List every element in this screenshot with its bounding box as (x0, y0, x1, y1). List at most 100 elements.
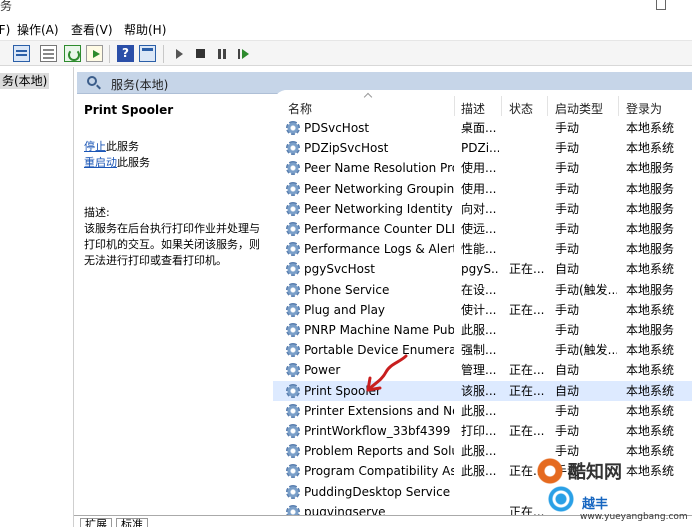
toolbar: ? (0, 40, 692, 66)
service-description-cell: pgyS... (461, 262, 499, 277)
service-gear-icon (286, 464, 300, 479)
pause-service-icon[interactable] (214, 45, 231, 62)
service-name-cell: PNRP Machine Name Publ... (304, 323, 454, 337)
refresh-icon[interactable] (64, 45, 81, 62)
service-name-cell: pgySvcHost (304, 262, 375, 277)
menu-file[interactable]: 文件(F) (0, 21, 10, 38)
column-header-startup-type[interactable]: 启动类型 (555, 100, 603, 117)
table-row[interactable]: Program Compatibility Assi...此服...正在...手… (273, 461, 692, 481)
service-logon-cell: 本地系统 (626, 141, 675, 156)
service-logon-cell: 本地服务 (626, 242, 675, 257)
column-header-logon-as[interactable]: 登录为 (626, 100, 662, 117)
menu-help[interactable]: 帮助(H) (124, 21, 166, 38)
service-status-cell: 正在... (509, 424, 545, 438)
action-pane-icon[interactable] (139, 45, 156, 62)
start-service-icon[interactable] (172, 45, 189, 62)
table-row[interactable]: Power 管理... 正在... 自动 本地系统 (273, 360, 692, 380)
table-row[interactable]: Peer Networking Grouping 使用... 手动 本地服务 (273, 179, 692, 199)
service-gear-icon (286, 343, 300, 358)
description-text-line: 该服务在后台执行打印作业并处理与 (84, 222, 260, 235)
service-description-cell: PDZi... (461, 141, 499, 156)
table-row[interactable]: PNRP Machine Name Publ... 此服... 手动 本地服务 (273, 320, 692, 340)
table-row[interactable]: Performance Counter DLL ... 使远... 手动 本地服务 (273, 219, 692, 239)
service-gear-icon (286, 302, 300, 317)
service-description-cell: 性能... (461, 242, 497, 257)
service-logon-cell: 本地系统 (626, 363, 675, 378)
table-row[interactable]: PDZipSvcHost PDZi... 手动 本地系统 (273, 138, 692, 158)
services-list: 名称 描述 状态 启动类型 登录为 PDSvcHost 桌面... 手动 本地系统 PD… (273, 90, 692, 520)
service-startup-type-cell: 手动 (555, 242, 580, 257)
service-startup-type-cell: 手动 (555, 161, 580, 176)
service-gear-icon (286, 141, 300, 156)
console-tree: 务(本地) (0, 67, 74, 527)
service-gear-icon (286, 282, 300, 297)
column-header-name[interactable]: 名称 (288, 100, 312, 117)
service-description-cell: 此服... (461, 323, 497, 337)
tab-extended[interactable]: 扩展 (80, 518, 112, 527)
column-separator[interactable] (547, 96, 548, 116)
table-row[interactable]: PrintWorkflow_33bf4399 打印... 正在... 手动 本地系统 (273, 421, 692, 441)
table-row[interactable]: Print Spooler 该服... 正在... 自动 本地系统 (273, 380, 692, 401)
column-separator[interactable] (501, 96, 502, 116)
table-row[interactable]: Peer Name Resolution Pro... 使用... 手动 本地服务 (273, 158, 692, 178)
service-name-cell: Printer Extensions and Noti... (304, 403, 454, 418)
stop-service-icon[interactable] (192, 45, 209, 62)
properties-icon[interactable] (40, 45, 57, 62)
service-description-cell: 此服... (461, 403, 497, 418)
service-logon-cell: 本地系统 (626, 262, 675, 277)
column-header-status[interactable]: 状态 (509, 100, 533, 117)
table-row[interactable]: Performance Logs & Alerts 性能... 手动 本地服务 (273, 239, 692, 259)
service-description-cell: 桌面... (461, 121, 497, 135)
help-icon[interactable]: ? (117, 45, 134, 62)
stop-service-line: 停止此服务 (84, 138, 139, 154)
table-row[interactable]: Peer Networking Identity ... 向对... 手动 本地服务 (273, 199, 692, 219)
service-name-cell: Plug and Play (304, 302, 386, 317)
restart-service-line: 重启动此服务 (84, 154, 150, 170)
maximize-icon[interactable] (656, 0, 666, 10)
stop-service-link[interactable]: 停止 (84, 140, 106, 153)
service-gear-icon (286, 323, 300, 337)
watermark-logo-secondary-icon (548, 486, 574, 512)
table-row[interactable]: pgySvcHost pgyS... 正在... 自动 本地系统 (273, 259, 692, 279)
table-row[interactable]: Plug and Play 使计... 正在... 手动 本地系统 (273, 300, 692, 320)
service-gear-icon (286, 222, 300, 236)
table-row[interactable]: PDSvcHost 桌面... 手动 本地系统 (273, 118, 692, 138)
service-logon-cell: 本地系统 (626, 302, 675, 317)
export-list-icon[interactable] (86, 45, 103, 62)
service-description-cell: 使用... (461, 181, 497, 196)
table-row[interactable]: Printer Extensions and Noti... 此服... 手动 本地系… (273, 401, 692, 421)
service-gear-icon (286, 121, 300, 135)
table-row[interactable]: PuddingDesktop Service (273, 482, 692, 502)
service-startup-type-cell: 自动 (555, 363, 580, 378)
show-hide-tree-icon[interactable] (13, 45, 30, 62)
description-label: 描述: (84, 206, 110, 219)
table-row[interactable]: Problem Reports and Solut...此服...手动本地系统 (273, 441, 692, 461)
service-startup-type-cell: 手动 (555, 403, 580, 418)
column-separator[interactable] (618, 96, 619, 116)
table-row[interactable]: Phone Service 在设... 手动(触发... 本地服务 (273, 280, 692, 300)
service-gear-icon (286, 181, 300, 196)
restart-service-link[interactable]: 重启动 (84, 156, 117, 169)
sort-ascending-icon (363, 92, 373, 102)
tree-item-services-local[interactable]: 务(本地) (0, 73, 50, 89)
menu-action[interactable]: 操作(A) (17, 21, 59, 38)
service-logon-cell: 本地系统 (626, 444, 675, 459)
service-gear-icon (286, 363, 300, 378)
menu-view[interactable]: 查看(V) (71, 21, 113, 38)
restart-service-icon[interactable] (235, 45, 252, 62)
description-text-line: 打印机的交互。如果关闭该服务，则 (84, 238, 260, 251)
service-logon-cell: 本地服务 (626, 222, 675, 236)
service-description-cell: 打印... (461, 424, 497, 438)
column-header-description[interactable]: 描述 (461, 100, 485, 117)
table-row[interactable]: Portable Device Enumerat...强制...手动(触发...… (273, 340, 692, 360)
service-gear-icon (286, 484, 300, 499)
tab-standard[interactable]: 标准 (116, 518, 148, 527)
watermark-url: www.yueyangbang.com (580, 512, 688, 522)
service-name-cell: Program Compatibility Assi... (304, 464, 454, 479)
service-gear-icon (286, 201, 300, 216)
service-description-cell: 强制... (461, 343, 497, 358)
service-startup-type-cell: 手动 (555, 201, 580, 216)
service-gear-icon (286, 444, 300, 459)
service-name-cell: Performance Counter DLL ... (304, 222, 454, 236)
column-separator[interactable] (454, 96, 455, 116)
